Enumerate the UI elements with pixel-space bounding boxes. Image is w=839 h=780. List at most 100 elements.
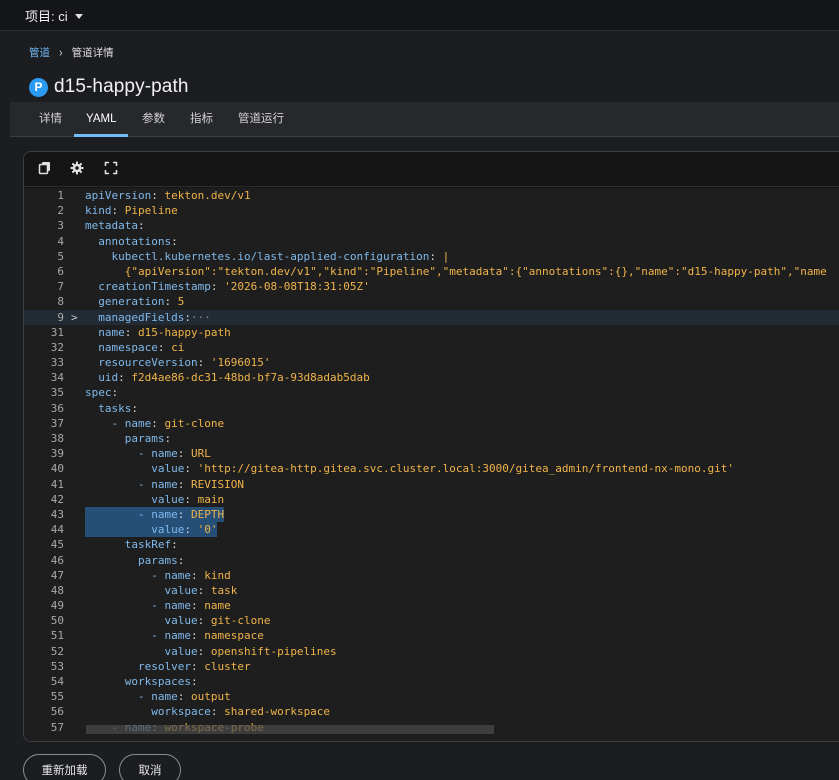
- yaml-value: 5: [177, 295, 185, 309]
- yaml-value: namespace: [204, 629, 264, 643]
- code-text: - name: URL: [85, 447, 211, 461]
- gear-icon[interactable]: [70, 161, 86, 177]
- code-line: 48 value: task: [24, 583, 839, 598]
- code-line: 47 - name: kind: [24, 568, 839, 583]
- code-line: 55 - name: output: [24, 689, 839, 704]
- code-text: {"apiVersion":"tekton.dev/v1","kind":"Pi…: [85, 264, 827, 279]
- yaml-key: - name: [85, 477, 178, 491]
- fold-chevron-icon[interactable]: >: [71, 310, 78, 325]
- yaml-key: kind: [85, 204, 112, 218]
- code-text: value: 'http://gitea-http.gitea.svc.clus…: [85, 462, 735, 476]
- breadcrumb-link-pipelines[interactable]: 管道: [29, 45, 50, 60]
- yaml-key: - name: [85, 416, 152, 430]
- yaml-key: managedFields: [85, 310, 185, 324]
- code-line: 39 - name: URL: [24, 446, 839, 461]
- yaml-key: value: [85, 614, 198, 628]
- yaml-key: taskRef: [85, 538, 172, 552]
- yaml-value: '2026-08-08T18:31:05Z': [224, 280, 370, 294]
- code-line: 6 {"apiVersion":"tekton.dev/v1","kind":"…: [24, 264, 839, 279]
- yaml-value: kind: [204, 568, 231, 582]
- line-number: 49: [50, 599, 64, 613]
- line-number: 1: [57, 189, 64, 202]
- project-selector[interactable]: 项目: ci: [25, 6, 83, 25]
- code-line: 46 params:: [24, 553, 839, 568]
- code-text: creationTimestamp: '2026-08-08T18:31:05Z…: [85, 280, 370, 294]
- yaml-key: annotations: [85, 234, 172, 248]
- code-line: 45 taskRef:: [24, 537, 839, 552]
- yaml-value: DEPTH: [190, 507, 225, 521]
- code-line: 9 > managedFields:···: [24, 309, 839, 325]
- tab-yaml[interactable]: YAML: [73, 102, 130, 137]
- yaml-key: creationTimestamp: [85, 280, 211, 294]
- code-line: 44 value: '0': [24, 522, 839, 538]
- copy-icon[interactable]: [38, 161, 54, 177]
- yaml-key: resolver: [85, 659, 191, 673]
- code-line: 41 - name: REVISION: [24, 477, 839, 492]
- code-line: 40 value: 'http://gitea-http.gitea.svc.c…: [24, 461, 839, 476]
- code-line: 50 value: git-clone: [24, 613, 839, 628]
- line-number: 44: [50, 523, 64, 537]
- tab-parameters[interactable]: 参数: [142, 102, 165, 137]
- line-number: 52: [50, 644, 64, 658]
- yaml-value: shared-workspace: [224, 705, 331, 719]
- yaml-key: workspace: [85, 705, 211, 719]
- code-text: value: openshift-pipelines: [85, 644, 337, 658]
- yaml-value: main: [197, 492, 225, 506]
- code-text: value: task: [85, 583, 238, 597]
- line-number: 35: [50, 386, 64, 400]
- reload-button[interactable]: 重新加载: [23, 754, 106, 780]
- yaml-key: metadata: [85, 219, 138, 233]
- code-line: 36 tasks:: [24, 401, 839, 416]
- yaml-value: f2d4ae86-dc31-48bd-bf7a-93d8adab5dab: [131, 371, 370, 385]
- code-text: managedFields:···: [85, 310, 211, 324]
- yaml-value: tekton.dev/v1: [164, 189, 251, 202]
- yaml-editor: 1 apiVersion: tekton.dev/v1 2 kind: Pipelin…: [23, 151, 839, 742]
- code-line: 35 spec:: [24, 385, 839, 400]
- line-number: 6: [57, 264, 64, 278]
- yaml-key: kubectl.kubernetes.io/last-applied-confi…: [85, 249, 430, 263]
- code-line: 56 workspace: shared-workspace: [24, 704, 839, 719]
- yaml-value: |: [442, 249, 450, 263]
- code-text: generation: 5: [85, 295, 185, 309]
- line-number: 37: [50, 416, 64, 430]
- code-area[interactable]: 1 apiVersion: tekton.dev/v1 2 kind: Pipelin…: [24, 188, 839, 741]
- code-text: taskRef:: [85, 538, 178, 552]
- tab-metrics[interactable]: 指标: [190, 102, 213, 137]
- code-text: tasks:: [85, 401, 138, 415]
- code-text: - name: namespace: [85, 629, 264, 643]
- yaml-key: uid: [85, 371, 119, 385]
- yaml-value: name: [204, 599, 231, 613]
- cancel-button[interactable]: 取消: [119, 754, 181, 780]
- code-line: 52 value: openshift-pipelines: [24, 644, 839, 659]
- tab-details[interactable]: 详情: [39, 102, 62, 137]
- horizontal-scrollbar[interactable]: [86, 725, 494, 734]
- line-number: 39: [50, 447, 64, 461]
- yaml-key: value: [85, 523, 185, 537]
- expand-icon[interactable]: [104, 161, 120, 177]
- line-number: 43: [50, 507, 64, 521]
- line-number: 50: [50, 614, 64, 628]
- yaml-value: git-clone: [210, 614, 271, 628]
- line-number: 41: [50, 477, 64, 491]
- line-number: 47: [50, 568, 64, 582]
- yaml-key: - name: [85, 599, 191, 613]
- yaml-value: ci: [171, 340, 185, 354]
- code-line: 1 apiVersion: tekton.dev/v1: [24, 188, 839, 203]
- folded-ellipsis[interactable]: ···: [191, 311, 211, 324]
- tab-bar: 详情 YAML 参数 指标 管道运行: [10, 102, 839, 137]
- page-title-row: P d15-happy-path: [29, 76, 189, 98]
- tab-pipeline-runs[interactable]: 管道运行: [238, 102, 284, 137]
- caret-down-icon: [74, 13, 83, 19]
- yaml-value: Pipeline: [124, 204, 178, 218]
- yaml-key: workspaces: [85, 675, 191, 688]
- yaml-value: URL: [190, 447, 211, 461]
- line-number: 7: [57, 280, 64, 294]
- code-text: - name: REVISION: [85, 477, 244, 491]
- code-text: annotations:: [85, 234, 178, 248]
- yaml-key: namespace: [85, 340, 158, 354]
- line-number: 53: [50, 659, 64, 673]
- code-line: 49 - name: name: [24, 598, 839, 613]
- editor-toolbar: [24, 152, 839, 187]
- code-text: workspaces:: [85, 675, 198, 688]
- line-number: 2: [57, 204, 64, 218]
